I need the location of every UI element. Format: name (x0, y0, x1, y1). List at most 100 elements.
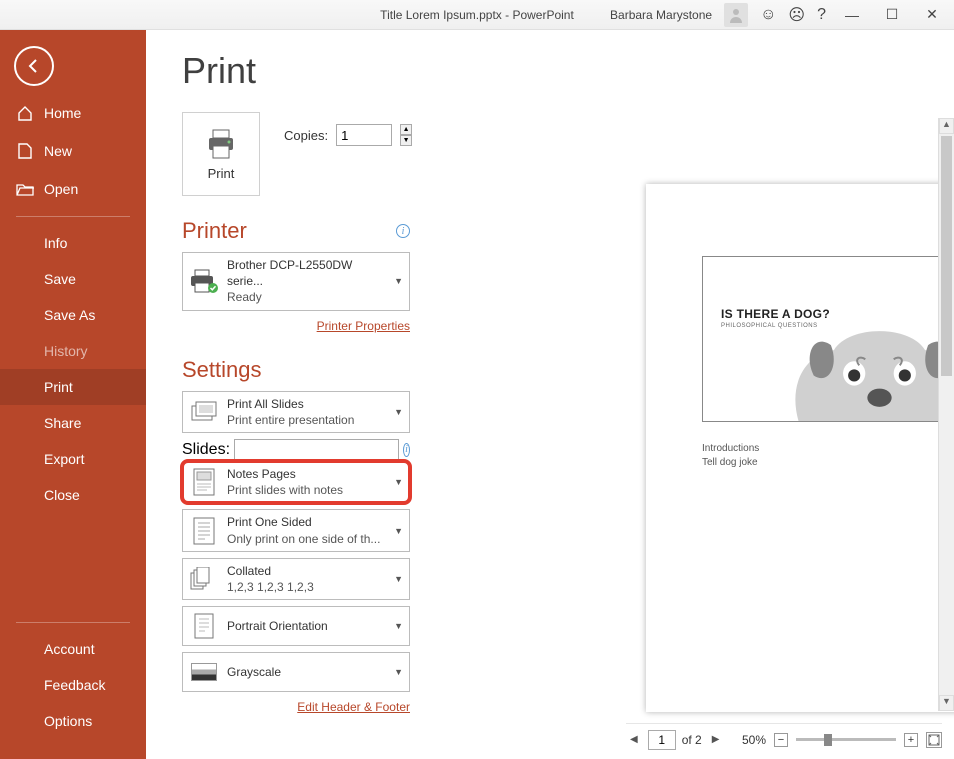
happy-face-icon[interactable]: ☺ (760, 6, 776, 24)
print-layout-dropdown[interactable]: Notes Pages Print slides with notes ▼ (182, 461, 410, 503)
printer-info-icon[interactable]: i (396, 224, 410, 238)
dog-image (758, 316, 954, 421)
nav-account-label: Account (44, 641, 95, 657)
back-button[interactable] (14, 46, 54, 86)
nav-feedback[interactable]: Feedback (0, 667, 146, 703)
zoom-slider[interactable] (796, 738, 896, 741)
color-main: Grayscale (227, 665, 281, 679)
nav-print-label: Print (44, 379, 73, 395)
preview-notes: Introductions Tell dog joke (702, 442, 759, 470)
nav-account[interactable]: Account (0, 631, 146, 667)
print-button[interactable]: Print (182, 112, 260, 196)
slides-input[interactable] (234, 439, 399, 461)
zoom-out-button[interactable]: − (774, 733, 788, 747)
scroll-thumb[interactable] (941, 136, 952, 376)
print-sides-dropdown[interactable]: Print One Sided Only print on one side o… (182, 509, 410, 551)
notes-line-1: Introductions (702, 442, 759, 456)
zoom-slider-thumb[interactable] (824, 734, 832, 746)
zoom-percent-label: 50% (742, 733, 766, 747)
nav-save-label: Save (44, 271, 76, 287)
nav-options-label: Options (44, 713, 92, 729)
nav-close-label: Close (44, 487, 80, 503)
preview-slide: IS THERE A DOG? PHILOSOPHICAL QUESTIONS (702, 256, 954, 422)
copies-spin-up[interactable]: ▲ (400, 124, 412, 135)
zoom-in-button[interactable]: + (904, 733, 918, 747)
printer-device-icon (189, 266, 219, 296)
nav-open[interactable]: Open (0, 170, 146, 208)
preview-bottom-bar: ◀ of 2 ▶ 50% − + (626, 723, 942, 751)
nav-export-label: Export (44, 451, 84, 467)
nav-home[interactable]: Home (0, 94, 146, 132)
nav-open-label: Open (44, 181, 78, 197)
copies-label: Copies: (284, 128, 328, 143)
nav-share[interactable]: Share (0, 405, 146, 441)
nav-save-as[interactable]: Save As (0, 297, 146, 333)
portrait-icon (189, 611, 219, 641)
print-range-dropdown[interactable]: Print All Slides Print entire presentati… (182, 391, 410, 433)
collate-sub: 1,2,3 1,2,3 1,2,3 (227, 579, 386, 595)
printer-select-dropdown[interactable]: Brother DCP-L2550DW serie... Ready ▼ (182, 252, 410, 311)
nav-export[interactable]: Export (0, 441, 146, 477)
nav-info[interactable]: Info (0, 225, 146, 261)
nav-close[interactable]: Close (0, 477, 146, 513)
print-button-label: Print (208, 166, 235, 181)
open-icon (16, 180, 34, 198)
printer-heading: Printer (182, 218, 247, 244)
dropdown-caret-icon: ▼ (394, 276, 403, 286)
next-page-button[interactable]: ▶ (708, 734, 724, 745)
nav-save[interactable]: Save (0, 261, 146, 297)
edit-header-footer-link[interactable]: Edit Header & Footer (297, 700, 410, 714)
grayscale-icon (189, 657, 219, 687)
backstage-sidebar: Home New Open Info Save Save As History … (0, 30, 146, 759)
nav-print[interactable]: Print (0, 369, 146, 405)
preview-scrollbar[interactable]: ▲ ▼ (938, 118, 954, 711)
one-sided-icon (189, 516, 219, 546)
collate-dropdown[interactable]: Collated 1,2,3 1,2,3 1,2,3 ▼ (182, 558, 410, 600)
slides-info-icon[interactable]: i (403, 443, 410, 457)
slides-stack-icon (189, 397, 219, 427)
sad-face-icon[interactable]: ☹ (788, 5, 805, 25)
nav-save-as-label: Save As (44, 307, 95, 323)
print-layout-sub: Print slides with notes (227, 482, 386, 498)
collate-main: Collated (227, 564, 271, 578)
dropdown-caret-icon: ▼ (394, 667, 403, 677)
user-avatar[interactable] (724, 3, 748, 27)
nav-home-label: Home (44, 105, 81, 121)
nav-options[interactable]: Options (0, 703, 146, 739)
printer-properties-link[interactable]: Printer Properties (317, 319, 410, 333)
maximize-button[interactable]: ☐ (878, 6, 906, 23)
scroll-down-button[interactable]: ▼ (939, 695, 954, 711)
dropdown-caret-icon: ▼ (394, 574, 403, 584)
printer-name: Brother DCP-L2550DW serie... (227, 258, 352, 288)
print-range-main: Print All Slides (227, 397, 304, 411)
notes-line-2: Tell dog joke (702, 456, 759, 470)
nav-history[interactable]: History (0, 333, 146, 369)
print-range-sub: Print entire presentation (227, 412, 386, 428)
minimize-button[interactable]: — (838, 7, 866, 23)
nav-feedback-label: Feedback (44, 677, 105, 693)
page-total-label: of 2 (682, 733, 702, 747)
page-title: Print (182, 50, 954, 92)
user-name-label: Barbara Marystone (610, 8, 712, 22)
copies-spin-down[interactable]: ▼ (400, 135, 412, 146)
current-page-input[interactable] (648, 730, 676, 750)
orientation-dropdown[interactable]: Portrait Orientation ▼ (182, 606, 410, 646)
zoom-controls: 50% − + (742, 732, 942, 748)
page-navigator: ◀ of 2 ▶ (626, 730, 723, 750)
prev-page-button[interactable]: ◀ (626, 734, 642, 745)
notes-page-icon (189, 467, 219, 497)
print-sides-sub: Only print on one side of th... (227, 531, 386, 547)
copies-input[interactable] (336, 124, 392, 146)
window-title: Title Lorem Ipsum.pptx - PowerPoint (380, 8, 574, 22)
help-icon[interactable]: ? (817, 6, 826, 24)
print-layout-main: Notes Pages (227, 467, 296, 481)
print-content: Print Print Copies: ▲ ▼ (146, 30, 954, 759)
close-window-button[interactable]: ✕ (918, 6, 946, 23)
dropdown-caret-icon: ▼ (394, 621, 403, 631)
preview-page: IS THERE A DOG? PHILOSOPHICAL QUESTIONS (646, 184, 954, 712)
home-icon (16, 104, 34, 122)
scroll-up-button[interactable]: ▲ (939, 118, 954, 134)
color-dropdown[interactable]: Grayscale ▼ (182, 652, 410, 692)
fit-to-window-button[interactable] (926, 732, 942, 748)
nav-new[interactable]: New (0, 132, 146, 170)
